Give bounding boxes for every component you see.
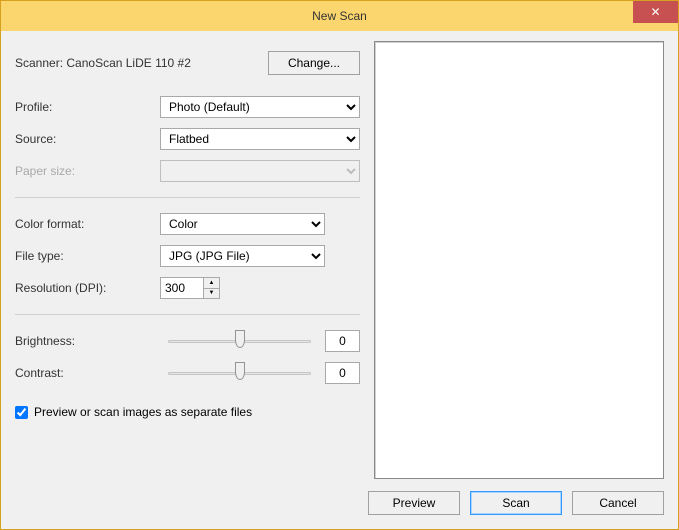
brightness-thumb[interactable] (235, 330, 245, 348)
brightness-label: Brightness: (15, 334, 160, 348)
contrast-label: Contrast: (15, 366, 160, 380)
contrast-value[interactable]: 0 (325, 362, 360, 384)
source-select[interactable]: Flatbed (160, 128, 360, 150)
contrast-thumb[interactable] (235, 362, 245, 380)
new-scan-dialog: New Scan ✕ Scanner: CanoScan LiDE 110 #2… (0, 0, 679, 530)
button-bar: Preview Scan Cancel (1, 483, 678, 529)
resolution-input[interactable]: 300 ▲ ▼ (160, 277, 220, 299)
preview-button[interactable]: Preview (368, 491, 460, 515)
separate-files-checkbox[interactable] (15, 406, 28, 419)
cancel-button[interactable]: Cancel (572, 491, 664, 515)
titlebar: New Scan ✕ (1, 1, 678, 31)
paper-size-label: Paper size: (15, 164, 160, 178)
client-area: Scanner: CanoScan LiDE 110 #2 Change... … (1, 31, 678, 529)
change-scanner-button[interactable]: Change... (268, 51, 360, 75)
brightness-value[interactable]: 0 (325, 330, 360, 352)
divider (15, 197, 360, 198)
window-title: New Scan (1, 9, 678, 23)
close-icon: ✕ (650, 5, 660, 19)
left-panel: Scanner: CanoScan LiDE 110 #2 Change... … (15, 41, 360, 479)
contrast-slider[interactable] (168, 362, 311, 384)
color-format-select[interactable]: Color (160, 213, 325, 235)
resolution-spin-up[interactable]: ▲ (204, 278, 219, 289)
profile-label: Profile: (15, 100, 160, 114)
resolution-spin-down[interactable]: ▼ (204, 289, 219, 299)
source-label: Source: (15, 132, 160, 146)
separate-files-label: Preview or scan images as separate files (34, 405, 252, 419)
scan-preview-area (374, 41, 664, 479)
profile-select[interactable]: Photo (Default) (160, 96, 360, 118)
file-type-label: File type: (15, 249, 160, 263)
close-button[interactable]: ✕ (633, 1, 678, 23)
color-format-label: Color format: (15, 217, 160, 231)
scanner-label: Scanner: CanoScan LiDE 110 #2 (15, 56, 191, 70)
file-type-select[interactable]: JPG (JPG File) (160, 245, 325, 267)
brightness-slider[interactable] (168, 330, 311, 352)
resolution-label: Resolution (DPI): (15, 281, 160, 295)
paper-size-select (160, 160, 360, 182)
scan-button[interactable]: Scan (470, 491, 562, 515)
divider (15, 314, 360, 315)
